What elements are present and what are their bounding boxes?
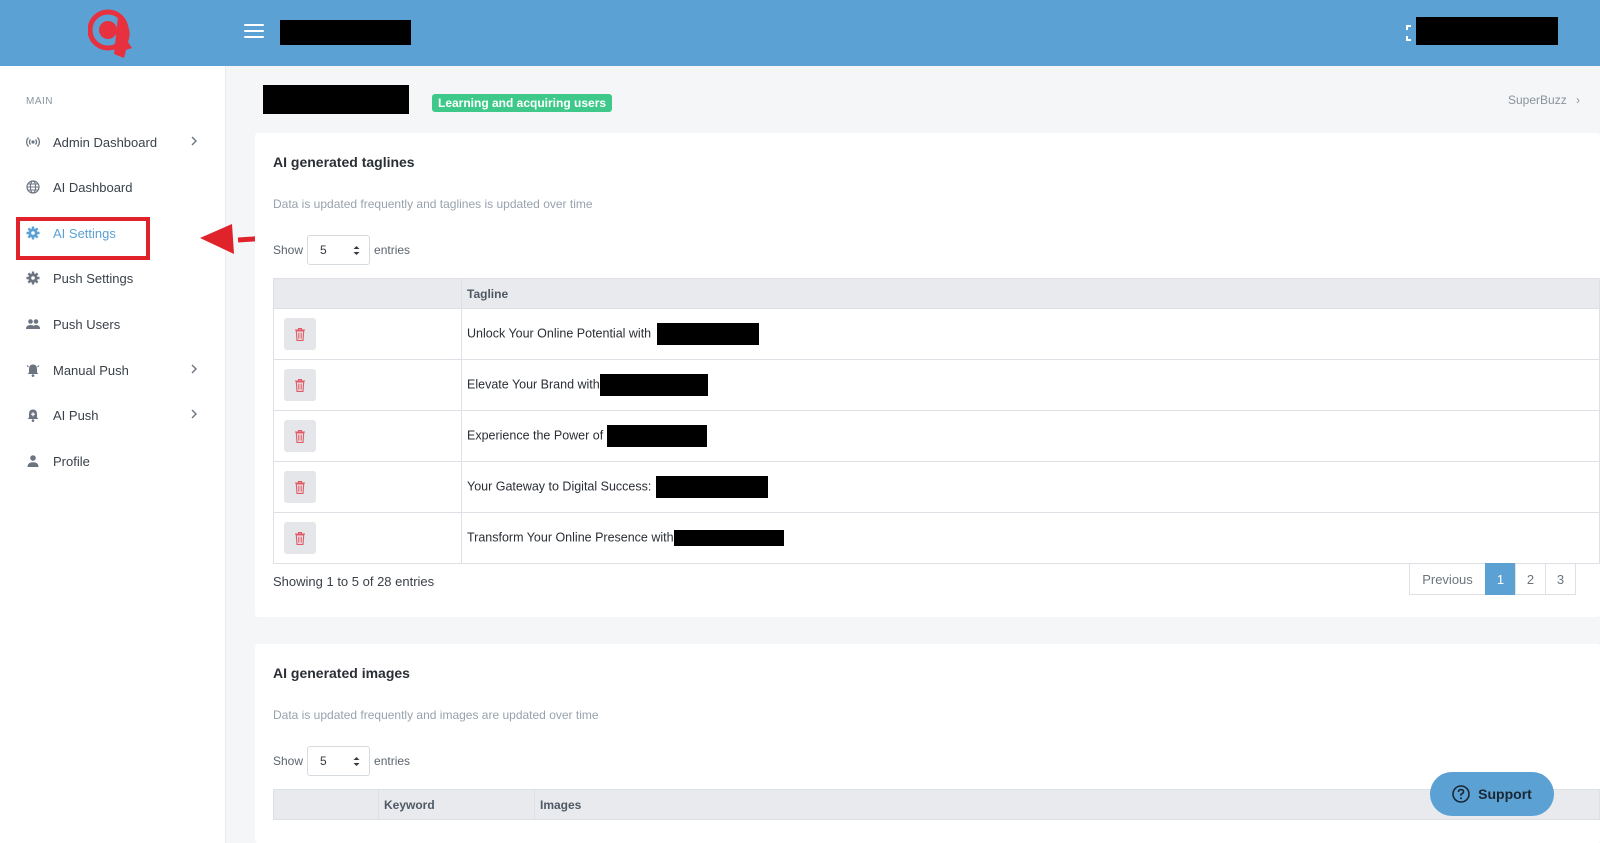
tagline-text: Elevate Your Brand with [467, 377, 600, 392]
redacted-text [599, 374, 708, 396]
card-subtitle: Data is updated frequently and taglines … [273, 197, 593, 211]
delete-button[interactable] [284, 420, 316, 452]
logo-icon[interactable] [88, 8, 136, 60]
breadcrumb-separator-icon: › [1576, 93, 1581, 107]
sidebar-item-ai-push[interactable]: AI Push [26, 403, 198, 427]
page-button-1[interactable]: 1 [1485, 563, 1516, 595]
entries-label: entries [374, 754, 411, 768]
trash-icon [295, 531, 305, 545]
page-button-3[interactable]: 3 [1545, 563, 1576, 595]
images-table: Keyword Images [273, 789, 1600, 820]
sidebar-item-label: Push Users [53, 316, 121, 332]
delete-button[interactable] [284, 318, 316, 350]
column-header-keyword[interactable]: Keyword [378, 789, 535, 820]
trash-icon [295, 327, 305, 341]
sidebar-item-ai-settings[interactable]: AI Settings [26, 221, 198, 245]
page-size-value: 5 [320, 243, 327, 257]
table-header-row: Keyword Images [273, 789, 1600, 820]
pagination: Previous 1 2 3 [1409, 563, 1576, 595]
table-row: Experience the Power of [273, 410, 1600, 462]
status-badge: Learning and acquiring users [432, 94, 613, 112]
page-size-select[interactable]: 5 [307, 235, 371, 265]
person-icon [26, 454, 40, 468]
tagline-text: Experience the Power of [467, 428, 604, 443]
taglines-table: Tagline Unlock Your Online Potential wit… [273, 278, 1600, 564]
trash-icon [295, 480, 305, 494]
table-row: Your Gateway to Digital Success: [273, 461, 1600, 513]
sidebar-item-push-users[interactable]: Push Users [26, 312, 198, 336]
sidebar-item-label: AI Push [53, 407, 99, 423]
redacted-page-title [263, 85, 409, 114]
column-header-actions[interactable] [273, 278, 462, 309]
sidebar-item-label: Profile [53, 453, 90, 469]
support-button[interactable]: Support [1430, 772, 1554, 816]
redacted-text [673, 530, 784, 546]
menu-toggle-icon[interactable] [244, 24, 264, 40]
sidebar-item-label: Push Settings [53, 270, 134, 286]
taglines-card: AI generated taglines Data is updated fr… [255, 133, 1600, 617]
show-label: Show [273, 754, 304, 768]
sidebar-item-manual-push[interactable]: Manual Push [26, 358, 198, 382]
breadcrumb: SuperBuzz › [1508, 93, 1580, 107]
tagline-text: Your Gateway to Digital Success: [467, 479, 652, 494]
help-circle-icon [1452, 785, 1470, 803]
sidebar-item-admin-dashboard[interactable]: Admin Dashboard [26, 130, 198, 154]
delete-button[interactable] [284, 369, 316, 401]
card-title: AI generated taglines [273, 154, 415, 170]
sort-caret-icon [353, 757, 360, 766]
top-bar [0, 0, 1600, 66]
sidebar-item-profile[interactable]: Profile [26, 449, 198, 473]
bell-plus-icon [26, 408, 40, 422]
page-button-2[interactable]: 2 [1515, 563, 1546, 595]
table-header-row: Tagline [273, 278, 1600, 309]
page-size-control: Show 5 entries [273, 235, 410, 265]
sidebar-item-label: Admin Dashboard [53, 134, 158, 150]
tagline-text: Transform Your Online Presence with [467, 530, 674, 545]
table-info: Showing 1 to 5 of 28 entries [273, 574, 435, 589]
gear-icon [26, 226, 40, 240]
card-title: AI generated images [273, 665, 410, 681]
page-size-value: 5 [320, 754, 327, 768]
sidebar-item-push-settings[interactable]: Push Settings [26, 266, 198, 290]
table-row: Unlock Your Online Potential with [273, 308, 1600, 360]
users-icon [26, 317, 40, 331]
sort-caret-icon [353, 246, 360, 255]
redacted-text [656, 476, 769, 498]
support-label: Support [1478, 786, 1532, 802]
show-label: Show [273, 243, 304, 257]
page-size-control: Show 5 entries [273, 746, 410, 776]
entries-label: entries [374, 243, 411, 257]
broadcast-icon [26, 135, 40, 149]
bell-ring-icon [26, 363, 40, 377]
delete-button[interactable] [284, 471, 316, 503]
sidebar-item-label: AI Dashboard [53, 179, 133, 195]
sidebar-item-label: AI Settings [53, 225, 116, 241]
globe-icon [26, 180, 40, 194]
sidebar-item-label: Manual Push [53, 362, 129, 378]
trash-icon [295, 429, 305, 443]
sidebar-item-ai-dashboard[interactable]: AI Dashboard [26, 175, 198, 199]
column-header-tagline[interactable]: Tagline [461, 278, 1600, 309]
table-row: Transform Your Online Presence with [273, 512, 1600, 564]
tagline-text: Unlock Your Online Potential with [467, 326, 652, 341]
trash-icon [295, 378, 305, 392]
chevron-right-icon [191, 409, 197, 419]
images-card: AI generated images Data is updated freq… [255, 644, 1600, 843]
previous-page-button[interactable]: Previous [1409, 563, 1486, 595]
chevron-right-icon [191, 136, 197, 146]
card-subtitle: Data is updated frequently and images ar… [273, 708, 599, 722]
breadcrumb-item[interactable]: SuperBuzz [1508, 93, 1567, 107]
redacted-text [657, 323, 760, 345]
redacted-user-name[interactable] [1416, 17, 1558, 45]
gear-icon [26, 271, 40, 285]
page-size-select[interactable]: 5 [307, 746, 371, 776]
table-row: Elevate Your Brand with [273, 359, 1600, 411]
redacted-text [607, 425, 708, 447]
column-header-actions[interactable] [273, 789, 379, 820]
delete-button[interactable] [284, 522, 316, 554]
redacted-site-name [280, 20, 411, 45]
chevron-right-icon [191, 364, 197, 374]
sidebar-section-title: MAIN [26, 96, 53, 107]
